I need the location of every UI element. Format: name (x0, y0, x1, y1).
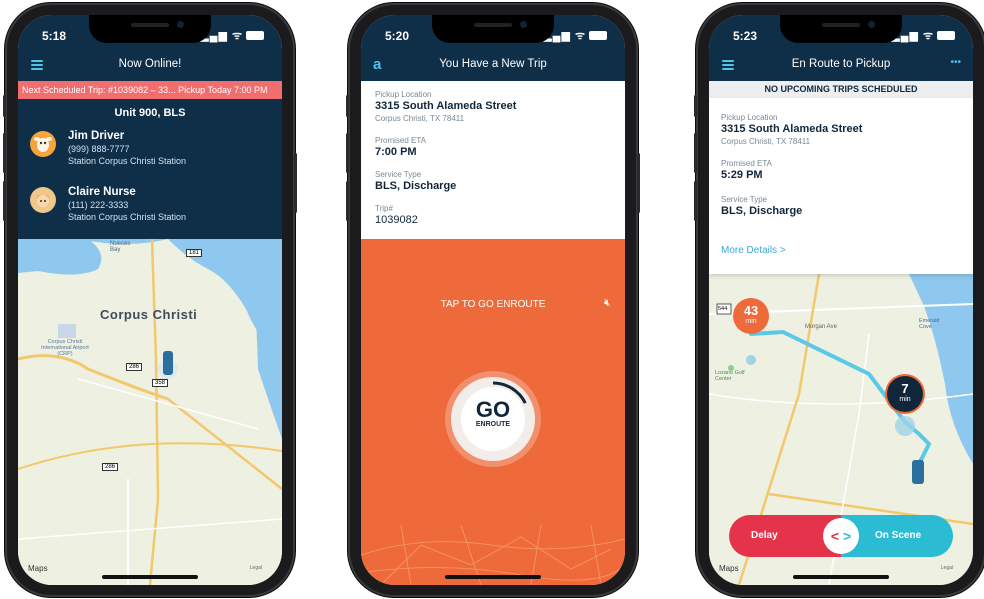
volume-up-button (3, 133, 6, 173)
status-time: 5:20 (385, 29, 410, 43)
apple-maps-logo: Maps (28, 564, 48, 573)
mute-sound-icon[interactable]: 🔇︎ (604, 297, 611, 310)
bay-label: Nueces Bay (110, 241, 131, 253)
map-view[interactable]: Corpus Christi Nueces Bay Corpus Christi… (18, 239, 282, 585)
phone-1: 5:18 ▂▄▆ ᯤ Now Online! Next Scheduled Tr… (3, 3, 297, 597)
golf-label: Lozano Golf Center (715, 370, 745, 382)
tap-to-go-label: TAP TO GO ENROUTE (440, 299, 546, 310)
phone-2: 5:20 ▂▄▆ ᯤ a You Have a New Trip Pickup … (346, 3, 640, 597)
unit-label: Unit 900, BLS (114, 107, 186, 119)
legal-link[interactable]: Legal (941, 565, 953, 571)
legal-link[interactable]: Legal (250, 565, 262, 571)
volume-down-button (3, 181, 6, 221)
crew-station: Station Corpus Christi Station (68, 212, 187, 222)
home-indicator (445, 575, 541, 579)
screen-2: 5:20 ▂▄▆ ᯤ a You Have a New Trip Pickup … (361, 15, 625, 585)
highway-shield: 286 (126, 363, 143, 371)
pickup-location: Pickup Location 3315 South Alameda Stree… (375, 90, 517, 123)
enroute-label: ENROUTE (475, 421, 511, 428)
screen-1: 5:18 ▂▄▆ ᯤ Now Online! Next Scheduled Tr… (18, 15, 282, 585)
chevron-right-icon: > (842, 528, 852, 544)
status-time: 5:18 (42, 29, 67, 43)
service-type: Service Type BLS, Discharge (721, 195, 803, 217)
go-enroute-button[interactable]: GO ENROUTE (451, 377, 535, 461)
no-upcoming-trips-banner: NO UPCOMING TRIPS SCHEDULED (709, 81, 973, 98)
notch (432, 15, 554, 43)
phone-3: 5:23 ▂▄▆ ᯤ En Route to Pickup ••• NO UPC… (694, 3, 984, 597)
page-title: En Route to Pickup (791, 58, 891, 70)
nav-bar: En Route to Pickup ••• (709, 51, 973, 81)
go-enroute-panel[interactable]: TAP TO GO ENROUTE 🔇︎ GO ENROUTE (361, 239, 625, 585)
screen-3: 5:23 ▂▄▆ ᯤ En Route to Pickup ••• NO UPC… (709, 15, 973, 585)
highway-shield: 544 (718, 306, 728, 312)
crew-name: Claire Nurse (68, 186, 136, 198)
highway-shield: 358 (152, 379, 169, 387)
pickup-location: Pickup Location 3315 South Alameda Stree… (721, 113, 863, 146)
side-button (294, 153, 297, 213)
notch (89, 15, 211, 43)
mute-switch (3, 95, 6, 117)
service-type: Service Type BLS, Discharge (375, 170, 457, 192)
highway-shield: 181 (186, 249, 203, 257)
page-title: You Have a New Trip (439, 58, 547, 70)
delay-onscene-slider[interactable]: Delay On Scene < > (729, 515, 953, 557)
more-details-link[interactable]: More Details > (721, 245, 786, 256)
notch (780, 15, 902, 43)
city-label: Corpus Christi (100, 307, 198, 322)
trip-card: Pickup Location 3315 South Alameda Stree… (709, 98, 973, 274)
apple-maps-logo: Maps (719, 564, 739, 573)
home-indicator (793, 575, 889, 579)
trip-card: Pickup Location 3315 South Alameda Stree… (361, 81, 625, 239)
water-label: Emerald Cove (919, 318, 940, 330)
airport-label: Corpus Christi International Airport (CR… (41, 339, 89, 357)
pickup-pin[interactable]: 43 min (733, 298, 769, 334)
crew-station: Station Corpus Christi Station (68, 156, 187, 166)
crew-name: Jim Driver (68, 130, 125, 142)
next-trip-banner[interactable]: Next Scheduled Trip: #1039082 – 33... Pi… (18, 81, 282, 99)
slider-handle[interactable]: < > (823, 518, 859, 554)
page-title: Now Online! (118, 58, 182, 70)
status-time: 5:23 (733, 29, 758, 43)
more-options-icon[interactable]: ••• (950, 57, 961, 68)
go-label: GO (475, 397, 511, 422)
promised-eta: Promised ETA 7:00 PM (375, 136, 426, 158)
road-label: Morgan Ave (805, 324, 837, 330)
avatar (30, 187, 56, 213)
crew-phone[interactable]: (999) 888-7777 (68, 143, 268, 155)
trip-number: Trip# 1039082 (375, 204, 418, 226)
promised-eta: Promised ETA 5:29 PM (721, 159, 772, 181)
vehicle-pin[interactable]: 7 min (887, 376, 923, 412)
highway-shield: 286 (102, 463, 119, 471)
chevron-left-icon: < (830, 528, 840, 544)
nav-bar: a You Have a New Trip (361, 51, 625, 81)
nav-bar: Now Online! (18, 51, 282, 81)
crew-phone[interactable]: (111) 222-3333 (68, 199, 268, 211)
avatar (30, 131, 56, 157)
crew-panel: Unit 900, BLS Jim Driver (999) 888-7777 … (18, 99, 282, 239)
home-indicator (102, 575, 198, 579)
